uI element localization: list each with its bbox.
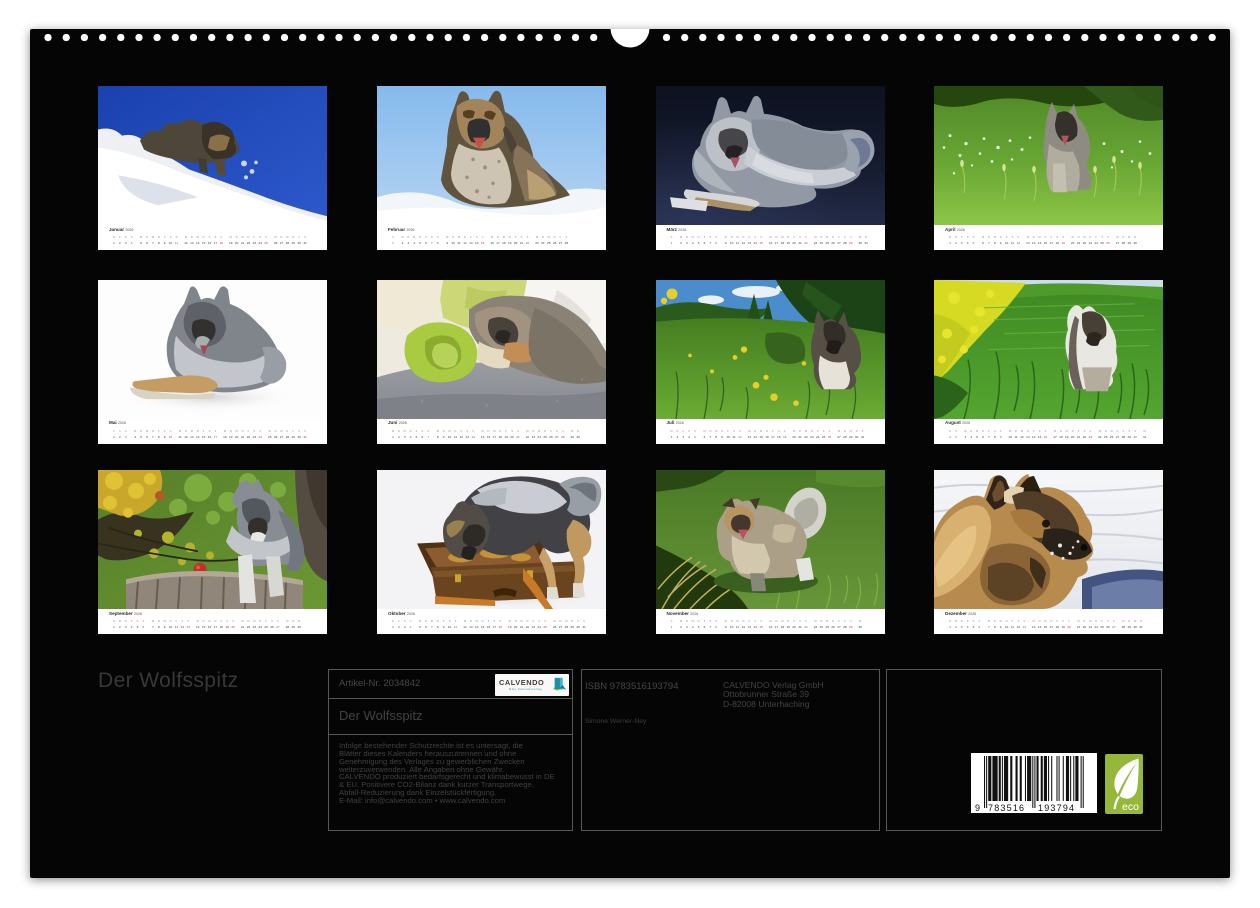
svg-text:783516: 783516 xyxy=(988,803,1025,813)
svg-text:9: 9 xyxy=(975,803,980,813)
svg-text:eco: eco xyxy=(1122,801,1139,813)
svg-text:193794: 193794 xyxy=(1038,803,1075,813)
